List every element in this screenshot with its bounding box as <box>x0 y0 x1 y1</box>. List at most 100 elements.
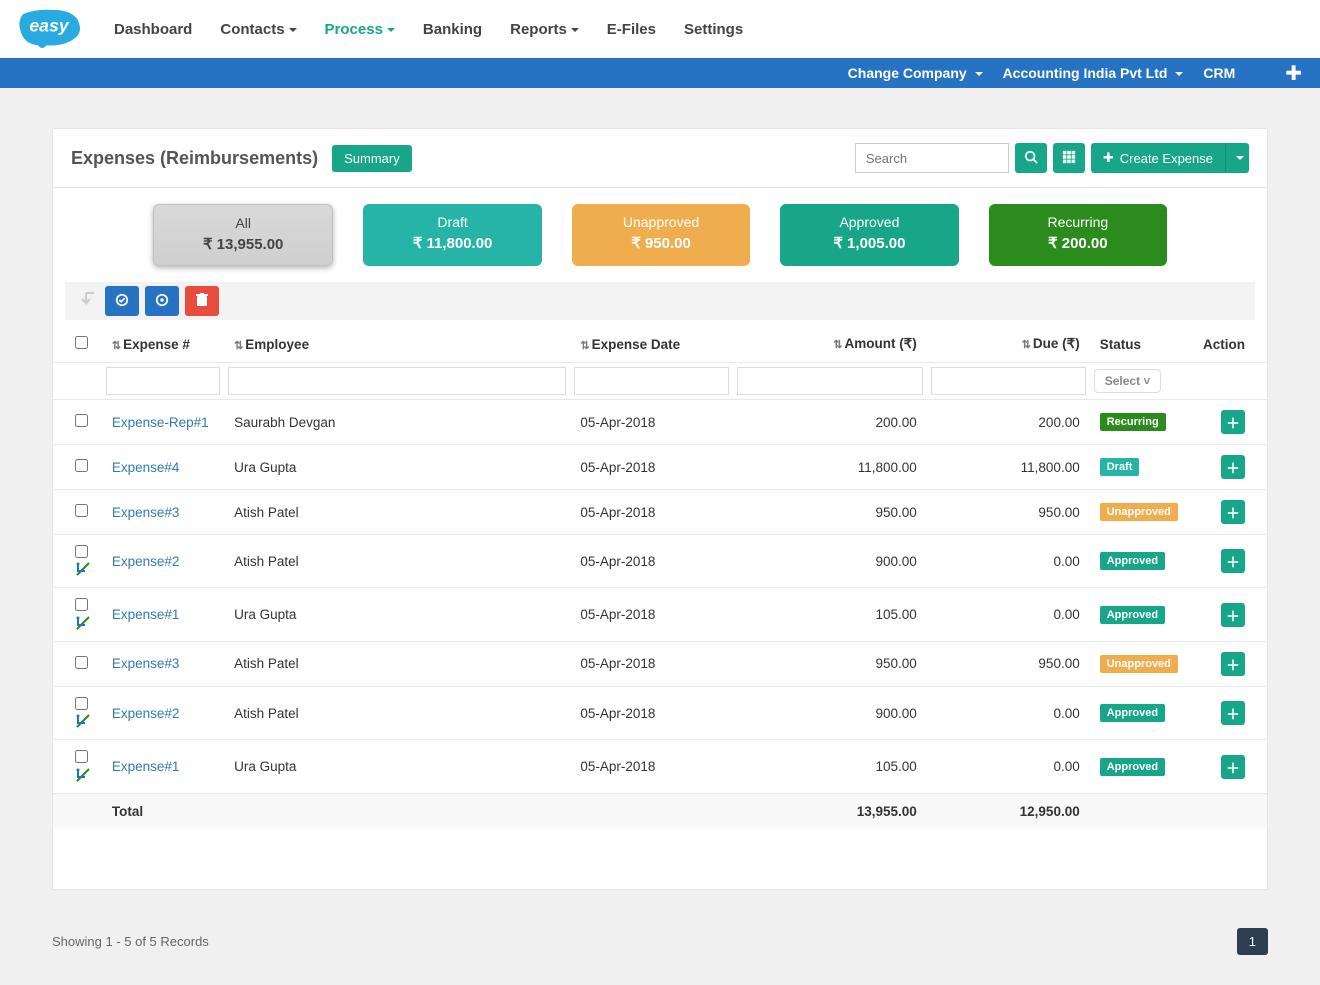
search-input[interactable] <box>855 143 1009 173</box>
status-filter-select[interactable]: Select ˅ <box>1094 369 1162 393</box>
row-checkbox[interactable] <box>75 545 88 558</box>
table-row: Expense-Rep#1 Saurabh Devgan 05-Apr-2018… <box>53 400 1267 445</box>
row-action-button[interactable]: ＋ <box>1221 410 1245 434</box>
quick-add-button[interactable]: ✚ <box>1285 61 1302 86</box>
status-badge: Recurring <box>1100 413 1166 431</box>
expense-date: 05-Apr-2018 <box>570 740 733 793</box>
col-status: Status <box>1090 326 1192 363</box>
row-action-button[interactable]: ＋ <box>1221 652 1245 676</box>
change-company-dropdown[interactable]: Change Company <box>848 65 983 81</box>
row-action-button[interactable]: ＋ <box>1221 455 1245 479</box>
row-checkbox[interactable] <box>75 598 88 611</box>
row-checkbox[interactable] <box>75 504 88 517</box>
status-badge: Approved <box>1100 758 1165 776</box>
employee-name: Atish Patel <box>224 686 570 739</box>
filter-employee[interactable] <box>228 367 566 395</box>
expense-date: 05-Apr-2018 <box>570 588 733 641</box>
tab-unapproved[interactable]: Unapproved ₹ 950.00 <box>572 204 750 266</box>
nav-reports[interactable]: Reports <box>510 21 579 38</box>
row-action-button[interactable]: ＋ <box>1221 549 1245 573</box>
bulk-delete-button[interactable] <box>185 286 219 316</box>
paid-icon <box>75 713 91 729</box>
employee-name: Ura Gupta <box>224 740 570 793</box>
expense-link[interactable]: Expense#1 <box>112 607 180 622</box>
row-action-button[interactable]: ＋ <box>1221 500 1245 524</box>
caret-down-icon <box>1236 156 1244 160</box>
status-badge: Unapproved <box>1100 655 1178 673</box>
status-badge: Draft <box>1100 458 1140 476</box>
paid-icon <box>75 615 91 631</box>
expense-amount: 950.00 <box>733 490 927 535</box>
expense-due: 200.00 <box>927 400 1090 445</box>
nav-process[interactable]: Process <box>325 21 395 38</box>
nav-efiles[interactable]: E-Files <box>607 21 656 38</box>
nav-dashboard[interactable]: Dashboard <box>114 21 192 38</box>
grid-icon <box>1062 150 1076 167</box>
create-expense-button[interactable]: ✚Create Expense <box>1091 143 1225 173</box>
expense-amount: 11,800.00 <box>733 445 927 490</box>
create-expense-dropdown[interactable] <box>1225 143 1249 173</box>
col-date[interactable]: ⇅Expense Date <box>570 326 733 363</box>
expense-link[interactable]: Expense#2 <box>112 706 180 721</box>
status-badge: Approved <box>1100 704 1165 722</box>
expense-link[interactable]: Expense#4 <box>112 460 180 475</box>
table-row: Expense#1 Ura Gupta 05-Apr-2018 105.00 0… <box>53 740 1267 793</box>
row-checkbox[interactable] <box>75 459 88 472</box>
select-all-checkbox[interactable] <box>75 336 88 349</box>
bulk-action-button[interactable] <box>145 286 179 316</box>
caret-down-icon <box>1175 72 1183 76</box>
tab-draft[interactable]: Draft ₹ 11,800.00 <box>363 204 541 266</box>
expense-amount: 105.00 <box>733 588 927 641</box>
target-icon <box>155 293 169 310</box>
expense-card: Expenses (Reimbursements) Summary ✚Creat… <box>52 128 1268 890</box>
row-checkbox[interactable] <box>75 750 88 763</box>
filter-expense-no[interactable] <box>106 367 220 395</box>
expense-due: 950.00 <box>927 490 1090 535</box>
brand-logo[interactable]: easy <box>14 6 84 52</box>
bulk-approve-button[interactable] <box>105 286 139 316</box>
page-number[interactable]: 1 <box>1237 928 1268 955</box>
expense-date: 05-Apr-2018 <box>570 400 733 445</box>
expense-due: 0.00 <box>927 588 1090 641</box>
row-action-button[interactable]: ＋ <box>1221 603 1245 627</box>
expense-due: 0.00 <box>927 686 1090 739</box>
row-action-button[interactable]: ＋ <box>1221 701 1245 725</box>
col-expense-no[interactable]: ⇅Expense # <box>102 326 224 363</box>
row-checkbox[interactable] <box>75 414 88 427</box>
row-checkbox[interactable] <box>75 697 88 710</box>
employee-name: Ura Gupta <box>224 445 570 490</box>
company-switcher[interactable]: Accounting India Pvt Ltd <box>1003 65 1184 81</box>
record-count-text: Showing 1 - 5 of 5 Records <box>52 934 209 949</box>
table-row: Expense#1 Ura Gupta 05-Apr-2018 105.00 0… <box>53 588 1267 641</box>
nav-settings[interactable]: Settings <box>684 21 743 38</box>
crm-link[interactable]: CRM <box>1203 65 1235 81</box>
row-action-button[interactable]: ＋ <box>1221 755 1245 779</box>
expense-link[interactable]: Expense-Rep#1 <box>112 415 209 430</box>
expense-date: 05-Apr-2018 <box>570 490 733 535</box>
col-action: Action <box>1192 326 1267 363</box>
expense-link[interactable]: Expense#3 <box>112 656 180 671</box>
nav-banking[interactable]: Banking <box>423 21 482 38</box>
employee-name: Ura Gupta <box>224 588 570 641</box>
summary-button[interactable]: Summary <box>332 145 412 172</box>
row-checkbox[interactable] <box>75 656 88 669</box>
filter-amount[interactable] <box>737 367 923 395</box>
page-title: Expenses (Reimbursements) Summary <box>71 145 412 172</box>
expense-due: 0.00 <box>927 740 1090 793</box>
expense-link[interactable]: Expense#2 <box>112 554 180 569</box>
tab-all[interactable]: All ₹ 13,955.00 <box>153 204 333 266</box>
navbar: easy Dashboard Contacts Process Banking … <box>0 0 1320 58</box>
expense-link[interactable]: Expense#3 <box>112 505 180 520</box>
grid-view-button[interactable] <box>1053 143 1085 173</box>
col-amount[interactable]: ⇅Amount (₹) <box>733 326 927 363</box>
nav-contacts[interactable]: Contacts <box>220 21 296 38</box>
tab-recurring[interactable]: Recurring ₹ 200.00 <box>989 204 1167 266</box>
col-due[interactable]: ⇅Due (₹) <box>927 326 1090 363</box>
col-employee[interactable]: ⇅Employee <box>224 326 570 363</box>
search-button[interactable] <box>1015 143 1047 173</box>
expense-link[interactable]: Expense#1 <box>112 759 180 774</box>
filter-due[interactable] <box>931 367 1086 395</box>
filter-date[interactable] <box>574 367 729 395</box>
tab-approved[interactable]: Approved ₹ 1,005.00 <box>780 204 958 266</box>
status-tabs: All ₹ 13,955.00 Draft ₹ 11,800.00 Unappr… <box>53 188 1267 282</box>
